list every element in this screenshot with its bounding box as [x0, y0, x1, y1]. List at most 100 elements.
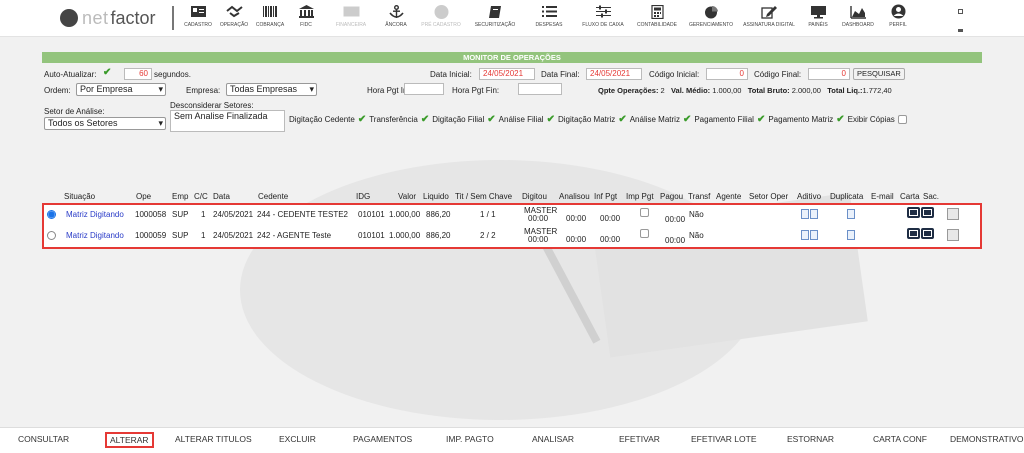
sector-select[interactable]: Todos os Setores — [44, 117, 166, 130]
auto-refresh-checkbox[interactable]: ✔ — [103, 67, 111, 78]
aditivo-docs — [801, 209, 819, 221]
filter-analise-matriz: Análise Matriz — [629, 115, 680, 124]
analisou-cell: 00:00 — [566, 235, 587, 244]
copy-alt-icon[interactable] — [961, 229, 973, 241]
payment-end-time-input[interactable] — [518, 83, 562, 95]
filter-checkbox-icon[interactable]: ✔ — [757, 114, 765, 125]
alterar-titulos-button[interactable]: ALTERAR TITULOS — [175, 434, 252, 444]
col-header: Pagou — [660, 192, 684, 201]
nav-assinatura-digital[interactable]: Assinatura Digital — [738, 4, 800, 28]
nav-perfil[interactable]: Perfil — [880, 4, 916, 28]
col-header: Tit / Sem Chave — [455, 192, 513, 201]
logo-divider — [172, 6, 174, 30]
analisar-button[interactable]: ANALISAR — [532, 434, 574, 444]
email-icon[interactable] — [907, 228, 920, 239]
copy-icon[interactable] — [947, 229, 959, 241]
col-header: Aditivo — [797, 192, 822, 201]
nav-fidc[interactable]: FIDC — [288, 4, 324, 28]
nav-cadastro[interactable]: Cadastro — [180, 4, 216, 28]
table-row[interactable]: Matriz Digitando 1000059 SUP 1 24/05/202… — [44, 227, 980, 248]
analisou-cell: 00:00 — [566, 214, 587, 223]
monitor-title: MONITOR DE OPERAÇÕES — [42, 52, 982, 63]
payment-start-time-input[interactable] — [404, 83, 444, 95]
efetivar-lote-button[interactable]: EFETIVAR LOTE — [691, 434, 757, 444]
table-row[interactable]: Matriz Digitando 1000058 SUP 1 24/05/202… — [44, 206, 980, 227]
demonstrativo-button[interactable]: DEMONSTRATIVO — [950, 434, 1024, 444]
col-header: E-mail — [871, 192, 894, 201]
carta-conf-button[interactable]: CARTA CONF — [873, 434, 927, 444]
nav-pre-cadastro[interactable]: Pré Cadastro — [414, 4, 468, 28]
nav-despesas[interactable]: Despesas — [522, 4, 576, 28]
nav-paineis[interactable]: Painéis — [800, 4, 836, 28]
inf-pgt-cell: 00:00 — [600, 214, 621, 223]
imp-pagto-button[interactable]: IMP. PAGTO — [446, 434, 494, 444]
auto-refresh-label: Auto-Atualizar: — [44, 70, 97, 79]
sector-label: Setor de Análise: — [44, 107, 105, 116]
filter-checkbox-icon[interactable]: ✔ — [421, 114, 429, 125]
filter-checkbox-icon[interactable]: ✔ — [683, 114, 691, 125]
situation-link[interactable]: Matriz Digitando — [66, 231, 124, 240]
minimize-icon[interactable] — [958, 29, 963, 32]
excluir-button[interactable]: EXCLUIR — [279, 434, 316, 444]
order-select[interactable]: Por Empresa — [76, 83, 166, 96]
email-icon[interactable] — [921, 228, 934, 239]
company-select[interactable]: Todas Empresas — [226, 83, 317, 96]
email-icon[interactable] — [921, 207, 934, 218]
alterar-button[interactable]: ALTERAR — [105, 432, 154, 448]
auto-refresh-seconds-input[interactable]: 60 — [124, 68, 152, 80]
document-icon[interactable] — [810, 209, 818, 219]
nav-operacao[interactable]: Operação — [216, 4, 252, 28]
filter-digitacao-filial: Digitação Filial — [432, 115, 485, 124]
col-header: C/C — [194, 192, 208, 201]
nav-financeira[interactable]: Financeira — [324, 4, 378, 28]
document-icon[interactable] — [847, 230, 855, 240]
filter-checkbox-icon[interactable]: ✔ — [836, 114, 844, 125]
nav-securitizacao[interactable]: Securitização — [468, 4, 522, 28]
pagamentos-button[interactable]: PAGAMENTOS — [353, 434, 412, 444]
imp-pgt-checkbox[interactable] — [640, 208, 649, 217]
email-icon[interactable] — [907, 207, 920, 218]
calculator-icon — [649, 4, 666, 19]
duplicata-doc — [847, 209, 856, 221]
document-icon[interactable] — [847, 209, 855, 219]
nav-gerenciamento[interactable]: Gerenciamento — [684, 4, 738, 28]
row-select-radio[interactable] — [47, 231, 56, 240]
nav-cobranca[interactable]: Cobrança — [252, 4, 288, 28]
imp-pgt-checkbox[interactable] — [640, 229, 649, 238]
nav-contabilidade[interactable]: Contabilidade — [630, 4, 684, 28]
nav-dashboard[interactable]: Dashboard — [836, 4, 880, 28]
idg-cell: 010101 — [358, 210, 385, 219]
col-header: IDG — [356, 192, 371, 201]
end-date-input[interactable]: 24/05/2021 — [586, 68, 642, 80]
search-button[interactable]: PESQUISAR — [853, 68, 905, 80]
efetivar-button[interactable]: EFETIVAR — [619, 434, 660, 444]
filter-checkbox-icon[interactable]: ✔ — [547, 114, 555, 125]
filter-checkbox-icon[interactable]: ✔ — [358, 114, 366, 125]
date-cell: 24/05/2021 — [213, 231, 254, 240]
copy-icon[interactable] — [947, 208, 959, 220]
start-code-input[interactable]: 0 — [706, 68, 748, 80]
ignore-sectors-list[interactable]: Sem Analise Finalizada — [170, 110, 285, 132]
document-icon[interactable] — [801, 230, 809, 240]
nav-fluxo-de-caixa[interactable]: Fluxo de Caixa — [576, 4, 630, 28]
monitor-icon — [810, 4, 827, 19]
col-header: Duplicata — [830, 192, 864, 201]
start-date-input[interactable]: 24/05/2021 — [479, 68, 535, 80]
consultar-button[interactable]: CONSULTAR — [18, 434, 69, 444]
situation-link[interactable]: Matriz Digitando — [66, 210, 124, 219]
valor-cell: 1.000,00 — [389, 210, 421, 219]
sector-filters: Digitação Cedente ✔ Transferência ✔ Digita… — [289, 114, 907, 125]
end-code-input[interactable]: 0 — [808, 68, 850, 80]
filter-checkbox-icon[interactable]: ✔ — [618, 114, 626, 125]
money-icon — [343, 4, 360, 19]
copy-alt-icon[interactable] — [961, 208, 973, 220]
window-toggle-icon[interactable] — [958, 9, 963, 14]
row-select-radio[interactable] — [47, 210, 56, 219]
nav-ancora[interactable]: Âncora — [378, 4, 414, 28]
estornar-button[interactable]: ESTORNAR — [787, 434, 834, 444]
show-copies-checkbox[interactable] — [897, 115, 907, 124]
document-icon[interactable] — [801, 209, 809, 219]
document-icon[interactable] — [810, 230, 818, 240]
filter-checkbox-icon[interactable]: ✔ — [487, 114, 495, 125]
pie-chart-icon — [703, 4, 720, 19]
